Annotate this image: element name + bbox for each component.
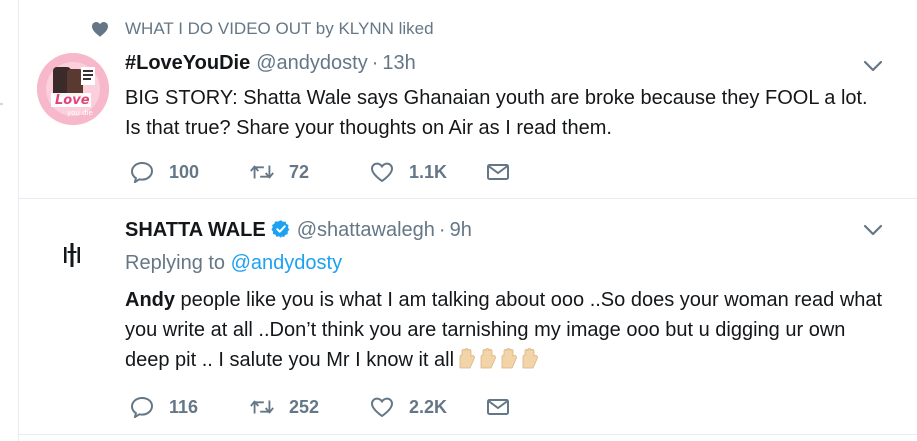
like-button[interactable]: 2.2K [369,395,485,419]
reply-count: 100 [169,161,200,182]
reply-icon [129,395,155,419]
social-context: WHAT I DO VIDEO OUT by KLYNN liked [91,19,434,39]
avatar-logo-subtext: you die [67,109,93,117]
replying-to: Replying to @andydosty [125,252,342,275]
reply-button[interactable]: 116 [129,395,249,419]
tweet[interactable]: SHATTA WALE @shattawalegh · 9h Replying … [19,199,917,435]
envelope-icon [485,395,511,419]
separator-dot: · [371,52,379,74]
raised-hands-emoji-icon [501,348,517,369]
timestamp[interactable]: 9h [450,219,472,242]
retweet-count: 252 [289,396,320,417]
retweet-icon [249,160,275,184]
divider [0,103,3,105]
timestamp[interactable]: 13h [382,52,415,75]
envelope-icon [485,160,511,184]
mention-link[interactable]: @andydosty [231,252,342,274]
like-icon [369,395,395,419]
retweet-count: 72 [289,161,310,182]
raised-hands-emoji-icon [480,348,496,369]
like-button[interactable]: 1.1K [369,160,485,184]
direct-message-button[interactable] [485,160,511,184]
retweet-button[interactable]: 252 [249,395,369,419]
replying-to-label: Replying to [125,252,226,274]
tweet-header: SHATTA WALE @shattawalegh · 9h [125,216,472,242]
raised-hands-emoji-icon [459,348,475,369]
chevron-down-icon[interactable] [863,60,883,72]
raised-hands-emoji-row [458,348,542,379]
username[interactable]: @shattawalegh [297,219,435,242]
avatar-logo-text: Love [55,93,90,108]
tweet-text: Andy people like you is what I am talkin… [125,285,885,379]
retweet-icon [249,395,275,419]
avatar[interactable] [52,235,92,275]
like-icon [369,160,395,184]
separator-dot: · [438,219,446,241]
like-count: 2.2K [409,396,448,417]
like-count: 1.1K [409,161,448,182]
tweet-header: #LoveYouDie @andydosty · 13h [125,52,416,75]
left-gutter [0,0,18,441]
display-name[interactable]: SHATTA WALE [125,219,266,242]
social-context-text: WHAT I DO VIDEO OUT by KLYNN liked [125,19,434,38]
retweet-button[interactable]: 72 [249,160,369,184]
raised-hands-emoji-icon [522,348,538,369]
chevron-down-icon[interactable] [863,224,883,236]
username[interactable]: @andydosty [256,52,367,75]
display-name[interactable]: #LoveYouDie [125,52,250,75]
verified-badge-icon [271,219,291,239]
tweet-actions: 100 72 1.1K [129,160,511,184]
tweet-actions: 116 252 2.2K [129,395,511,419]
tweet-text: BIG STORY: Shatta Wale says Ghanaian you… [125,87,868,139]
avatar[interactable]: Love you die [37,53,109,125]
reply-count: 116 [169,396,199,417]
direct-message-button[interactable] [485,395,511,419]
heart-icon [91,21,109,37]
mentioned-name[interactable]: Andy [125,289,175,311]
reply-button[interactable]: 100 [129,160,249,184]
tweet[interactable]: WHAT I DO VIDEO OUT by KLYNN liked Love … [19,0,917,199]
reply-icon [129,160,155,184]
